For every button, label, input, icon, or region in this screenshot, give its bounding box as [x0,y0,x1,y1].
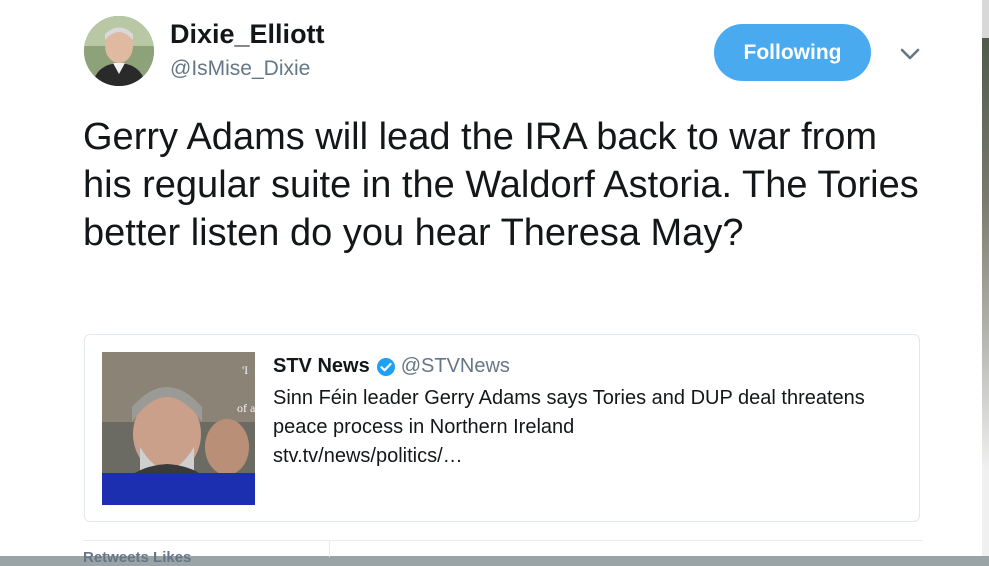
user-handle[interactable]: @IsMise_Dixie [170,57,310,81]
engagement-stats: Retweets Likes [83,540,922,566]
quoted-tweet-card[interactable]: 'I of a STV News @STVNews Sinn Féin lead… [84,334,920,522]
quoted-link[interactable]: stv.tv/news/politics/… [273,442,463,471]
svg-text:of a: of a [237,401,255,415]
quoted-handle[interactable]: @STVNews [401,355,510,378]
quoted-header: STV News @STVNews [273,355,510,378]
quoted-text: Sinn Féin leader Gerry Adams says Tories… [273,387,865,438]
avatar[interactable] [84,16,154,86]
verified-badge-icon [376,357,395,376]
quoted-tweet-image: 'I of a [102,352,255,505]
stats-divider [329,541,330,557]
tweet-text: Gerry Adams will lead the IRA back to wa… [83,116,919,254]
avatar-photo [84,16,154,86]
backdrop-right [982,0,989,556]
display-name[interactable]: Dixie_Elliott [170,19,325,50]
svg-text:'I: 'I [242,363,248,377]
chevron-down-icon[interactable] [898,42,922,66]
quoted-name[interactable]: STV News [273,355,370,378]
stats-label[interactable]: Retweets Likes [83,549,191,566]
following-button[interactable]: Following [714,24,871,81]
tweet-modal: Dixie_Elliott @IsMise_Dixie Following Ge… [0,0,982,566]
